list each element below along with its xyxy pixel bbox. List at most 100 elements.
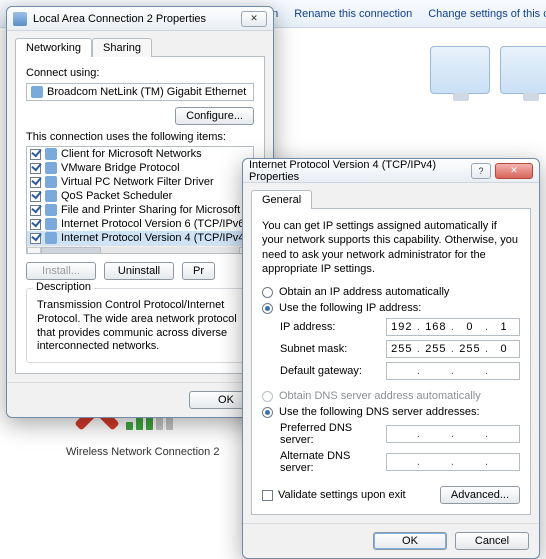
checkbox-icon[interactable]: [30, 163, 41, 174]
toolbar-item-change-settings[interactable]: Change settings of this co: [428, 8, 546, 20]
radio-label: Use the following IP address:: [279, 302, 421, 314]
ip-dot: .: [485, 456, 489, 468]
connect-using-label: Connect using:: [26, 67, 254, 79]
tab-networking[interactable]: Networking: [15, 38, 92, 57]
network-adapter-icon: [13, 12, 27, 26]
alternate-dns-field[interactable]: ...: [386, 453, 520, 471]
component-icon: [45, 148, 57, 160]
ip-dot: .: [417, 428, 421, 440]
radio-label: Obtain DNS server address automatically: [279, 390, 481, 402]
ip-dot: .: [417, 456, 421, 468]
ip-octet[interactable]: 255: [455, 343, 485, 355]
list-item[interactable]: Internet Protocol Version 4 (TCP/IPv4): [27, 231, 253, 245]
checkbox-icon[interactable]: [30, 149, 41, 160]
checkbox-icon: [262, 490, 273, 501]
radio-obtain-dns-auto: Obtain DNS server address automatically: [262, 390, 520, 402]
close-button[interactable]: ✕: [495, 163, 533, 179]
ip-octet[interactable]: 255: [387, 343, 417, 355]
component-icon: [45, 232, 57, 244]
subnet-mask-row: Subnet mask: 255.255.255.0: [280, 340, 520, 358]
items-label: This connection uses the following items…: [26, 131, 254, 143]
ip-address-row: IP address: 192.168.0.1: [280, 318, 520, 336]
tab-general[interactable]: General: [251, 190, 312, 209]
ipv4-intro-text: You can get IP settings assigned automat…: [262, 219, 520, 276]
list-item-label: Internet Protocol Version 4 (TCP/IPv4): [61, 232, 248, 244]
validate-settings-checkbox[interactable]: Validate settings upon exit: [262, 489, 406, 501]
default-gateway-row: Default gateway: ...: [280, 362, 520, 380]
network-items-listbox[interactable]: Client for Microsoft Networks VMware Brid…: [26, 146, 254, 254]
ipv4-properties-dialog: Internet Protocol Version 4 (TCP/IPv4) P…: [242, 158, 540, 559]
list-item-label: Client for Microsoft Networks: [61, 148, 202, 160]
alternate-dns-row: Alternate DNS server: ...: [280, 450, 520, 474]
lan-properties-dialog: Local Area Connection 2 Properties ✕ Net…: [6, 6, 274, 418]
nic-icon: [31, 86, 43, 98]
default-gateway-label: Default gateway:: [280, 365, 386, 377]
list-item[interactable]: Virtual PC Network Filter Driver: [27, 175, 253, 189]
ipv4-titlebar[interactable]: Internet Protocol Version 4 (TCP/IPv4) P…: [243, 159, 539, 183]
toolbar-item-rename[interactable]: Rename this connection: [294, 8, 412, 20]
ip-octet[interactable]: 255: [421, 343, 451, 355]
ip-octet[interactable]: 1: [489, 321, 519, 333]
ip-octet[interactable]: 192: [387, 321, 417, 333]
ip-octet[interactable]: 168: [421, 321, 451, 333]
subnet-mask-label: Subnet mask:: [280, 343, 386, 355]
checkbox-icon[interactable]: [30, 205, 41, 216]
validate-settings-label: Validate settings upon exit: [278, 489, 406, 501]
ip-octet[interactable]: 0: [489, 343, 519, 355]
ipv4-title: Internet Protocol Version 4 (TCP/IPv4) P…: [249, 159, 467, 183]
subnet-mask-field[interactable]: 255.255.255.0: [386, 340, 520, 358]
monitor-icon: [430, 46, 490, 94]
radio-use-dns[interactable]: Use the following DNS server addresses:: [262, 406, 520, 418]
adapter-field[interactable]: Broadcom NetLink (TM) Gigabit Ethernet: [26, 83, 254, 101]
list-item[interactable]: VMware Bridge Protocol: [27, 161, 253, 175]
list-item[interactable]: File and Printer Sharing for Microsoft N…: [27, 203, 253, 217]
ok-button[interactable]: OK: [373, 532, 447, 550]
description-group: Description Transmission Control Protoco…: [26, 288, 254, 363]
preferred-dns-field[interactable]: ...: [386, 425, 520, 443]
component-icon: [45, 162, 57, 174]
cancel-button[interactable]: Cancel: [455, 532, 529, 550]
monitor-icon: [500, 46, 546, 94]
radio-icon: [262, 303, 273, 314]
description-heading: Description: [33, 281, 94, 293]
checkbox-icon[interactable]: [30, 219, 41, 230]
component-icon: [45, 176, 57, 188]
lan-title: Local Area Connection 2 Properties: [33, 13, 237, 25]
advanced-button[interactable]: Advanced...: [440, 486, 520, 504]
list-item[interactable]: Internet Protocol Version 6 (TCP/IPv6): [27, 217, 253, 231]
wireless-connection-label: Wireless Network Connection 2: [66, 446, 219, 458]
ip-address-field[interactable]: 192.168.0.1: [386, 318, 520, 336]
ip-dot: .: [451, 456, 455, 468]
radio-obtain-ip-auto[interactable]: Obtain an IP address automatically: [262, 286, 520, 298]
scroll-left-arrow[interactable]: [27, 247, 41, 255]
list-item-label: VMware Bridge Protocol: [61, 162, 180, 174]
checkbox-icon[interactable]: [30, 177, 41, 188]
scroll-thumb[interactable]: [41, 247, 101, 255]
lan-tab-panel: Connect using: Broadcom NetLink (TM) Gig…: [15, 56, 265, 374]
list-item[interactable]: Client for Microsoft Networks: [27, 147, 253, 161]
uninstall-button[interactable]: Uninstall: [104, 262, 174, 280]
radio-icon: [262, 407, 273, 418]
close-button[interactable]: ✕: [241, 11, 267, 27]
ipv4-tab-panel: You can get IP settings assigned automat…: [251, 208, 531, 515]
scroll-track[interactable]: [41, 247, 239, 255]
help-button[interactable]: ?: [471, 163, 491, 179]
properties-button[interactable]: Pr: [182, 262, 215, 280]
configure-button[interactable]: Configure...: [175, 107, 254, 125]
radio-icon: [262, 391, 273, 402]
checkbox-icon[interactable]: [30, 233, 41, 244]
list-item-label: Virtual PC Network Filter Driver: [61, 176, 214, 188]
ip-dot: .: [451, 365, 455, 377]
list-item[interactable]: QoS Packet Scheduler: [27, 189, 253, 203]
ip-octet[interactable]: 0: [455, 321, 485, 333]
preferred-dns-row: Preferred DNS server: ...: [280, 422, 520, 446]
ip-dot: .: [451, 428, 455, 440]
horizontal-scrollbar[interactable]: [27, 245, 253, 254]
default-gateway-field[interactable]: ...: [386, 362, 520, 380]
radio-use-ip[interactable]: Use the following IP address:: [262, 302, 520, 314]
alternate-dns-label: Alternate DNS server:: [280, 450, 386, 474]
checkbox-icon[interactable]: [30, 191, 41, 202]
lan-titlebar[interactable]: Local Area Connection 2 Properties ✕: [7, 7, 273, 31]
tab-sharing[interactable]: Sharing: [92, 38, 152, 57]
install-button[interactable]: Install...: [26, 262, 96, 280]
